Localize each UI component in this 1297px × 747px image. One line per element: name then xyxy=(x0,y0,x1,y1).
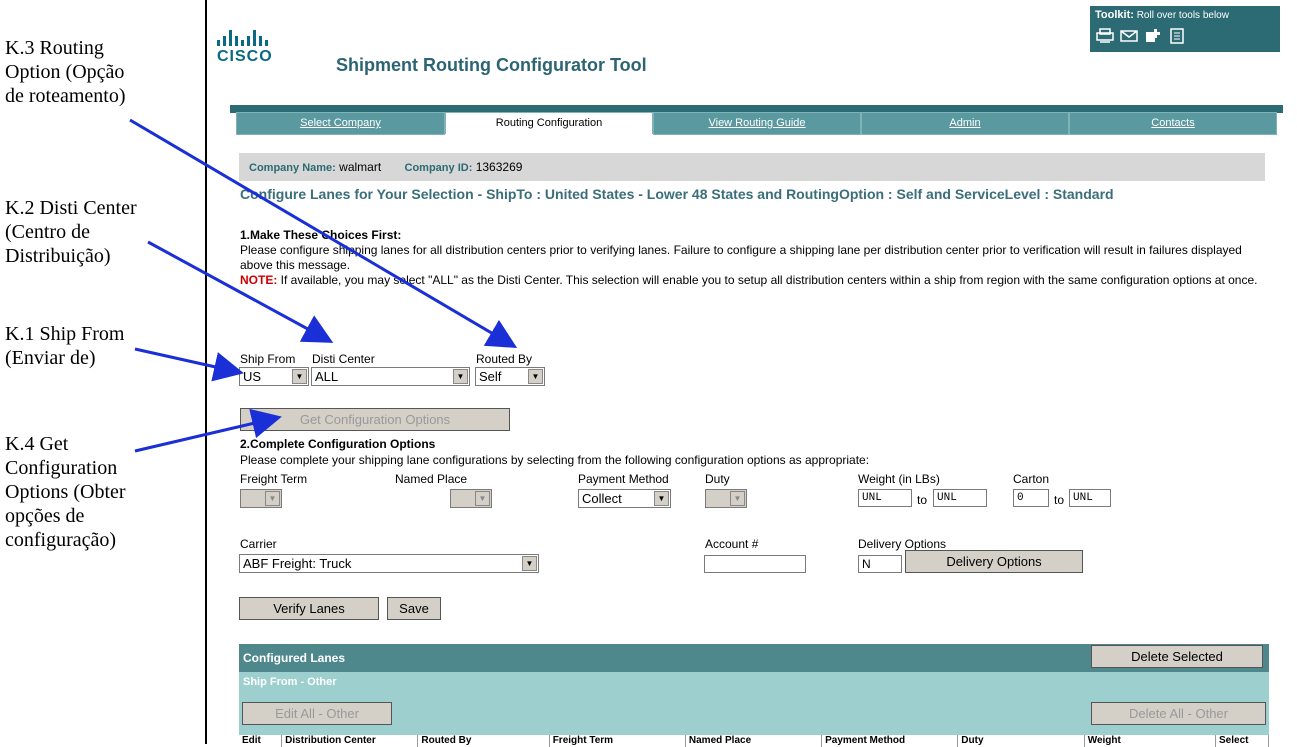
save-button[interactable]: Save xyxy=(387,597,441,620)
freight-term-select[interactable]: ▼ xyxy=(240,489,282,508)
named-place-label: Named Place xyxy=(395,472,468,486)
payment-method-label: Payment Method xyxy=(578,472,669,486)
chevron-down-icon: ▼ xyxy=(654,491,669,506)
chevron-down-icon: ▼ xyxy=(292,369,307,384)
main-tabs: Select Company Routing Configuration Vie… xyxy=(236,112,1277,135)
verify-lanes-button[interactable]: Verify Lanes xyxy=(239,597,379,620)
tab-select-company[interactable]: Select Company xyxy=(236,112,445,135)
freight-term-label: Freight Term xyxy=(240,472,308,486)
carton-from-input[interactable]: 0 xyxy=(1013,489,1049,507)
toolkit-hint: Roll over tools below xyxy=(1136,10,1229,21)
ship-from-other-bar: Ship From - Other xyxy=(239,672,1269,695)
ship-from-select[interactable]: US ▼ xyxy=(239,367,309,386)
section1-heading: 1.Make These Choices First: xyxy=(240,228,402,242)
print-icon[interactable] xyxy=(1096,28,1114,44)
column-header: Weight xyxy=(1085,735,1217,747)
routed-by-value: Self xyxy=(479,369,502,384)
carton-label: Carton xyxy=(1013,472,1050,486)
logo-word: CISCO xyxy=(217,48,273,65)
disti-center-label: Disti Center xyxy=(312,352,375,366)
company-name-value: walmart xyxy=(339,160,382,174)
weight-to-input[interactable]: UNL xyxy=(933,489,987,507)
delivery-options-button[interactable]: Delivery Options xyxy=(905,550,1083,573)
annotation-disti-center: K.2 Disti Center (Centro de Distribuição… xyxy=(5,197,137,267)
column-header: Routed By xyxy=(418,735,550,747)
ship-from-other-label: Ship From - Other xyxy=(243,676,337,688)
carton-to-input[interactable]: UNL xyxy=(1069,489,1111,507)
weight-from-input[interactable]: UNL xyxy=(858,489,912,507)
named-place-select[interactable]: ▼ xyxy=(450,489,492,508)
tab-contacts[interactable]: Contacts xyxy=(1069,112,1277,135)
frame-border xyxy=(205,0,207,744)
edit-all-other-button[interactable]: Edit All - Other xyxy=(242,702,392,725)
column-header: Named Place xyxy=(686,735,823,747)
duty-label: Duty xyxy=(705,472,730,486)
carrier-select[interactable]: ABF Freight: Truck ▼ xyxy=(239,554,539,573)
carrier-label: Carrier xyxy=(240,537,277,551)
delivery-options-input[interactable]: N xyxy=(858,555,902,573)
configure-lanes-title: Configure Lanes for Your Selection - Shi… xyxy=(240,186,1114,202)
section1-paragraph: Please configure shipping lanes for all … xyxy=(240,243,1242,272)
toolkit-label: Toolkit: xyxy=(1095,9,1134,21)
disti-center-select[interactable]: ALL ▼ xyxy=(311,367,470,386)
column-header: Freight Term xyxy=(550,735,686,747)
configured-lanes-title: Configured Lanes xyxy=(243,651,346,665)
column-header: Payment Method xyxy=(822,735,959,747)
document-icon[interactable] xyxy=(1168,28,1186,44)
company-id-value: 1363269 xyxy=(475,160,523,174)
payment-method-value: Collect xyxy=(582,491,622,506)
delete-all-other-button[interactable]: Delete All - Other xyxy=(1091,702,1266,725)
chevron-down-icon: ▼ xyxy=(730,491,745,506)
weight-to-label: to xyxy=(917,493,928,507)
delivery-options-label: Delivery Options xyxy=(858,537,947,551)
carrier-value: ABF Freight: Truck xyxy=(243,556,352,571)
company-info-bar: Company Name: walmart Company ID: 136326… xyxy=(239,153,1265,181)
tab-admin[interactable]: Admin xyxy=(861,112,1069,135)
annotation-routing-option: K.3 Routing Option (Opção de roteamento) xyxy=(5,37,126,107)
payment-method-select[interactable]: Collect ▼ xyxy=(578,489,671,508)
lanes-column-headers: Edit Distribution Center Routed By Freig… xyxy=(239,735,1269,747)
weight-label: Weight (in LBs) xyxy=(858,472,940,486)
toolkit-panel: Toolkit: Roll over tools below xyxy=(1090,6,1280,52)
chevron-down-icon: ▼ xyxy=(265,491,280,506)
app-title: Shipment Routing Configurator Tool xyxy=(336,55,647,75)
section2-heading: 2.Complete Configuration Options xyxy=(240,437,436,451)
delete-selected-button[interactable]: Delete Selected xyxy=(1091,645,1263,668)
column-header: Select xyxy=(1216,735,1269,747)
chevron-down-icon: ▼ xyxy=(453,369,468,384)
routed-by-select[interactable]: Self ▼ xyxy=(475,367,545,386)
chevron-down-icon: ▼ xyxy=(522,556,537,571)
tab-view-routing-guide[interactable]: View Routing Guide xyxy=(653,112,861,135)
ship-from-value: US xyxy=(243,369,262,384)
column-header: Duty xyxy=(958,735,1085,747)
annotation-ship-from: K.1 Ship From (Enviar de) xyxy=(5,323,125,369)
company-id-label: Company ID: xyxy=(404,162,473,174)
get-configuration-options-button[interactable]: Get Configuration Options xyxy=(240,408,510,431)
account-label: Account # xyxy=(705,537,759,551)
ship-from-label: Ship From xyxy=(240,352,296,366)
annotation-get-config: K.4 Get Configuration Options (Obter opç… xyxy=(5,433,126,551)
chevron-down-icon: ▼ xyxy=(475,491,490,506)
duty-select[interactable]: ▼ xyxy=(705,489,747,508)
account-number-input[interactable] xyxy=(704,555,806,573)
chevron-down-icon: ▼ xyxy=(528,369,543,384)
email-icon[interactable] xyxy=(1120,28,1138,44)
tab-routing-configuration[interactable]: Routing Configuration xyxy=(445,112,653,134)
note-text: If available, you may select "ALL" as th… xyxy=(277,273,1258,287)
routed-by-label: Routed By xyxy=(476,352,533,366)
arrow-ship-from xyxy=(134,347,244,382)
column-header: Edit xyxy=(239,735,283,747)
carton-to-label: to xyxy=(1054,493,1065,507)
cisco-logo: CISCO xyxy=(217,28,273,66)
disti-center-value: ALL xyxy=(315,369,339,384)
column-header: Distribution Center xyxy=(282,735,419,747)
company-name-label: Company Name: xyxy=(249,162,336,174)
section2-intro: Please complete your shipping lane confi… xyxy=(240,453,870,467)
note-label: NOTE: xyxy=(240,273,278,287)
section1-note: NOTE: If available, you may select "ALL"… xyxy=(240,273,1275,288)
add-icon[interactable] xyxy=(1144,28,1162,44)
